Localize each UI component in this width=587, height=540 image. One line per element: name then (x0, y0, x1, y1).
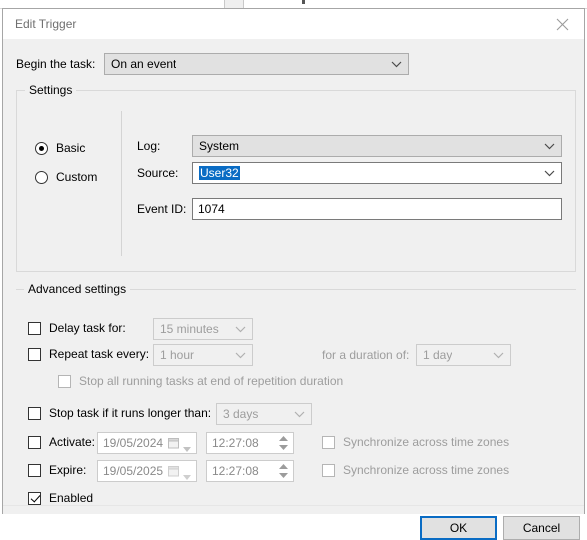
dialog-body: Begin the task: On an event Settings Bas… (3, 39, 584, 540)
cancel-button[interactable]: Cancel (503, 516, 580, 540)
delay-task-label: Delay task for: (49, 321, 126, 335)
source-combo[interactable]: User32 (192, 162, 562, 184)
activate-checkbox[interactable]: Activate: (28, 435, 95, 449)
expire-time-value: 12:27:08 (212, 464, 259, 478)
activate-date-input[interactable]: 19/05/2024 (97, 432, 197, 454)
dialog-titlebar: Edit Trigger (3, 9, 584, 39)
advanced-settings-title: Advanced settings (24, 282, 131, 296)
source-value: User32 (199, 166, 240, 180)
event-id-input[interactable]: 1074 (192, 198, 562, 220)
radio-basic-label: Basic (56, 141, 86, 155)
bg-mark (302, 0, 305, 4)
activate-sync-timezones-label: Synchronize across time zones (343, 435, 510, 449)
repeat-task-checkbox[interactable]: Repeat task every: (28, 347, 149, 361)
activate-checkbox-box (28, 435, 41, 449)
event-id-row: Event ID: 1074 (137, 198, 562, 220)
repeat-task-label: Repeat task every: (49, 347, 150, 361)
expire-label: Expire: (49, 463, 87, 477)
repeat-interval-value: 1 hour (160, 348, 195, 362)
repeat-interval-select[interactable]: 1 hour (153, 344, 253, 366)
stop-task-longer-checkbox-box (28, 406, 41, 420)
expire-sync-timezones-checkbox[interactable]: Synchronize across time zones (322, 463, 509, 477)
log-select[interactable]: System (192, 135, 562, 157)
expire-checkbox[interactable]: Expire: (28, 463, 86, 477)
radio-basic-indicator (35, 141, 48, 155)
chevron-down-icon (544, 163, 555, 183)
event-id-value: 1074 (198, 202, 225, 216)
delay-task-select[interactable]: 15 minutes (153, 318, 253, 340)
source-value-wrap: User32 (199, 166, 240, 180)
expire-sync-timezones-checkbox-box (322, 463, 335, 477)
expire-sync-timezones-label: Synchronize across time zones (343, 463, 510, 477)
activate-sync-timezones-checkbox[interactable]: Synchronize across time zones (322, 435, 509, 449)
activate-time-input[interactable]: 12:27:08 (206, 432, 294, 454)
radio-custom-label: Custom (56, 170, 98, 184)
duration-select[interactable]: 1 day (416, 344, 511, 366)
calendar-icon (168, 437, 179, 449)
cancel-button-label: Cancel (522, 521, 561, 535)
chevron-down-icon (294, 404, 305, 424)
duration-value: 1 day (423, 348, 453, 362)
radio-custom[interactable]: Custom (35, 170, 97, 184)
activate-sync-timezones-checkbox-box (322, 435, 335, 449)
activate-date-value: 19/05/2024 (103, 436, 164, 450)
settings-group: Settings Basic Custom Log: System Source… (16, 83, 576, 272)
expire-checkbox-box (28, 463, 41, 477)
footer-separator (3, 505, 584, 506)
stop-task-longer-value: 3 days (223, 407, 259, 421)
radio-custom-indicator (35, 170, 48, 184)
begin-task-label: Begin the task: (16, 57, 96, 71)
settings-group-title: Settings (25, 83, 77, 97)
bg-tab (224, 0, 244, 8)
log-value: System (199, 139, 240, 153)
source-row: Source: User32 (137, 162, 562, 184)
activate-label: Activate: (49, 435, 96, 449)
begin-task-select[interactable]: On an event (104, 53, 409, 75)
delay-task-checkbox-box (28, 321, 41, 335)
begin-task-value: On an event (111, 57, 177, 71)
stop-task-longer-select[interactable]: 3 days (216, 403, 312, 425)
expire-time-spinner[interactable] (276, 462, 291, 480)
radio-basic[interactable]: Basic (35, 141, 85, 155)
settings-divider (121, 111, 122, 256)
delay-task-checkbox[interactable]: Delay task for: (28, 321, 126, 335)
stop-all-running-tasks-checkbox[interactable]: Stop all running tasks at end of repetit… (58, 374, 343, 388)
enabled-checkbox-box (28, 491, 41, 505)
delay-task-value: 15 minutes (160, 322, 219, 336)
expire-time-input[interactable]: 12:27:08 (206, 460, 294, 482)
ok-button-label: OK (449, 521, 468, 535)
enabled-checkbox[interactable]: Enabled (28, 491, 93, 505)
advanced-settings-group: Advanced settings Delay task for: 15 min… (16, 282, 576, 505)
expire-date-value: 19/05/2025 (103, 464, 164, 478)
stop-task-longer-checkbox[interactable]: Stop task if it runs longer than: (28, 406, 211, 420)
close-icon[interactable] (540, 9, 584, 39)
chevron-down-icon (493, 345, 504, 365)
activate-time-spinner[interactable] (276, 434, 291, 452)
expire-date-input[interactable]: 19/05/2025 (97, 460, 197, 482)
stop-task-longer-label: Stop task if it runs longer than: (49, 406, 212, 420)
chevron-down-icon (235, 345, 246, 365)
chevron-down-icon (391, 54, 402, 74)
log-label: Log: (137, 139, 161, 153)
chevron-down-icon (183, 469, 191, 483)
repeat-task-checkbox-box (28, 347, 41, 361)
enabled-label: Enabled (49, 491, 94, 505)
stop-all-running-tasks-label: Stop all running tasks at end of repetit… (79, 374, 344, 388)
calendar-icon (168, 465, 179, 477)
event-id-label: Event ID: (137, 202, 187, 216)
chevron-down-icon (183, 441, 191, 455)
chevron-down-icon (544, 136, 555, 156)
source-label: Source: (137, 166, 179, 180)
activate-time-value: 12:27:08 (212, 436, 259, 450)
log-row: Log: System (137, 135, 562, 157)
chevron-down-icon (235, 319, 246, 339)
dialog-title: Edit Trigger (15, 17, 77, 31)
duration-label: for a duration of: (322, 348, 410, 362)
stop-all-running-tasks-checkbox-box (58, 374, 71, 388)
edit-trigger-dialog: Edit Trigger Begin the task: On an event… (2, 8, 585, 540)
ok-button[interactable]: OK (420, 516, 497, 540)
begin-task-row: Begin the task: On an event (16, 53, 576, 75)
